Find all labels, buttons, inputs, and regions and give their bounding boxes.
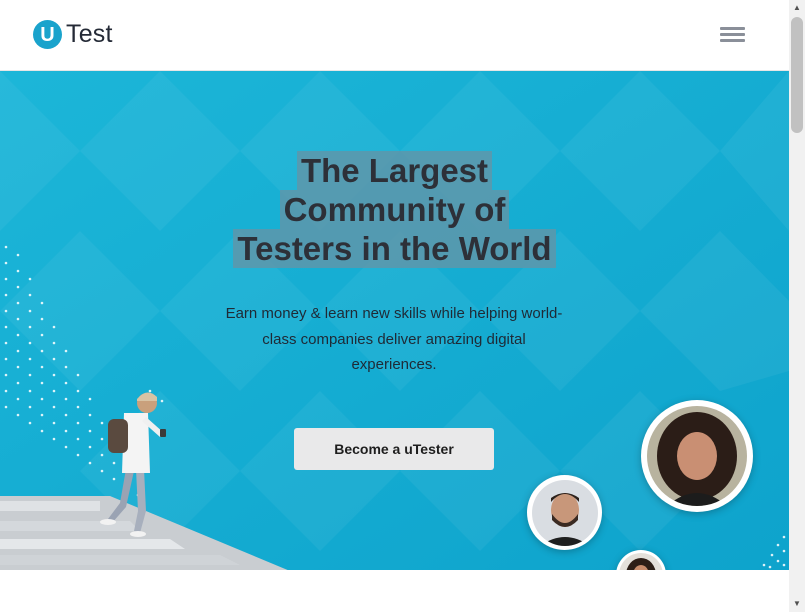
avatar-man-beard (527, 475, 602, 550)
decorative-dots-right (762, 535, 786, 569)
logo-mark: U (33, 20, 62, 49)
hero-headline: The Largest Community of Testers in the … (0, 151, 789, 268)
headline-line-3: Testers in the World (233, 229, 556, 268)
hero-subtext: Earn money & learn new skills while help… (225, 305, 563, 373)
next-section (0, 570, 789, 612)
logo-text: Test (66, 20, 113, 48)
page-scrollbar[interactable]: ▲ ▼ (789, 0, 805, 612)
site-header: U Test (0, 0, 789, 71)
hero-section: The Largest Community of Testers in the … (0, 71, 789, 570)
headline-line-2: Community of (279, 190, 510, 229)
scroll-up-icon[interactable]: ▲ (789, 0, 805, 16)
avatar-woman-curly-hair (641, 400, 753, 512)
scroll-thumb[interactable] (791, 17, 803, 133)
walking-person-illustration (0, 392, 288, 570)
scroll-down-icon[interactable]: ▼ (789, 596, 805, 612)
utest-logo[interactable]: U Test (33, 20, 113, 49)
headline-line-1: The Largest (296, 151, 493, 190)
become-utester-button[interactable]: Become a uTester (294, 428, 494, 470)
hamburger-menu-icon[interactable] (720, 27, 746, 45)
